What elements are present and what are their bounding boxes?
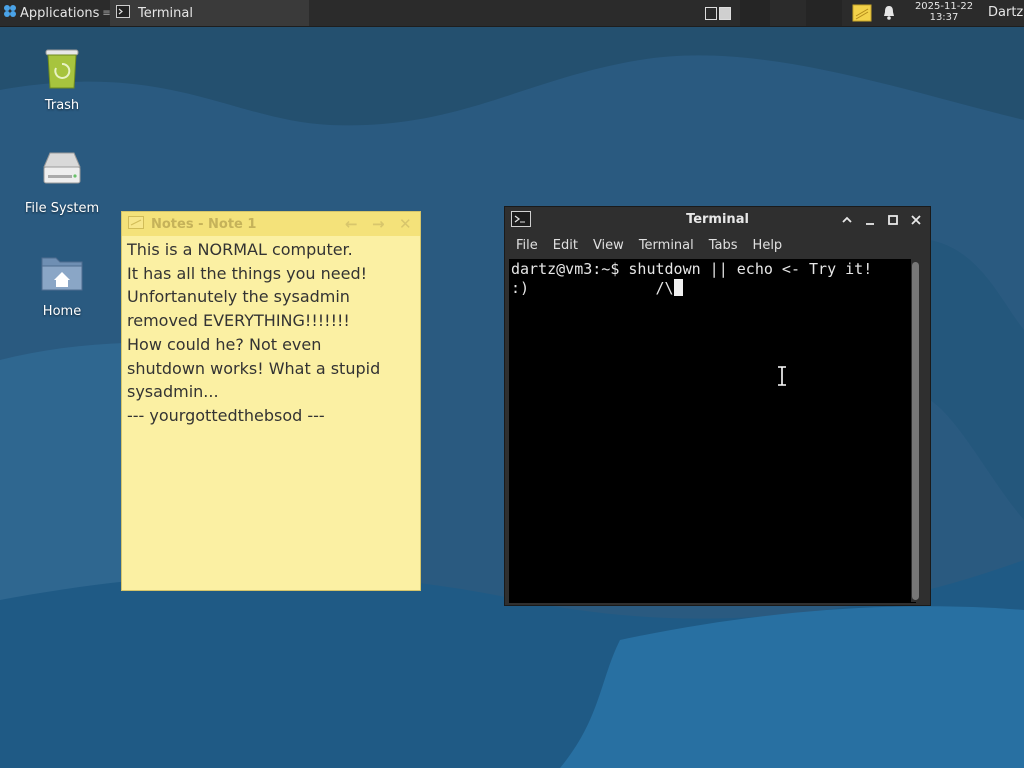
terminal-line: dartz@vm3:~$ shutdown || echo <- Try it! bbox=[511, 260, 873, 278]
workspace-2[interactable] bbox=[719, 6, 731, 20]
clock[interactable]: 2025-11-22 13:37 bbox=[906, 1, 982, 23]
desktop-icon-label: Home bbox=[42, 304, 82, 319]
notes-window[interactable]: Notes - Note 1 ← → ✕ This is a NORMAL co… bbox=[121, 211, 421, 591]
xfce-logo-icon bbox=[3, 4, 17, 22]
notes-titlebar[interactable]: Notes - Note 1 ← → ✕ bbox=[122, 212, 420, 236]
workspace-1[interactable] bbox=[705, 6, 717, 20]
note-icon bbox=[128, 215, 144, 233]
terminal-line: :) /\ bbox=[511, 279, 674, 297]
panel-spacer bbox=[740, 0, 770, 26]
menu-tabs[interactable]: Tabs bbox=[709, 238, 738, 253]
minimize-icon[interactable] bbox=[862, 212, 878, 228]
previous-note-icon[interactable]: ← bbox=[345, 215, 358, 233]
desktop-icon-home[interactable]: Home bbox=[12, 250, 112, 319]
terminal-line-cursor: :) /\ bbox=[511, 279, 914, 298]
home-folder-icon bbox=[38, 250, 86, 298]
maximize-icon[interactable] bbox=[885, 212, 901, 228]
close-icon[interactable] bbox=[908, 212, 924, 228]
taskbar-terminal-button[interactable]: Terminal bbox=[110, 0, 309, 26]
menu-edit[interactable]: Edit bbox=[553, 238, 578, 253]
terminal-scrollbar[interactable] bbox=[911, 258, 920, 602]
menu-file[interactable]: File bbox=[516, 238, 538, 253]
user-menu[interactable]: Dartz bbox=[988, 5, 1023, 20]
desktop-icon-trash[interactable]: Trash bbox=[12, 44, 112, 113]
close-icon[interactable]: ✕ bbox=[399, 215, 412, 233]
taskbar-terminal-label: Terminal bbox=[138, 5, 193, 21]
trash-icon bbox=[38, 44, 86, 92]
terminal-icon bbox=[116, 4, 130, 22]
desktop-icon-label: File System bbox=[24, 201, 100, 216]
terminal-window[interactable]: Terminal File Edit View Terminal Tabs He… bbox=[504, 206, 931, 606]
applications-label: Applications bbox=[20, 5, 100, 21]
note-text[interactable]: This is a NORMAL computer. It has all th… bbox=[122, 236, 420, 430]
notification-bell-icon[interactable] bbox=[881, 4, 897, 25]
notes-title: Notes - Note 1 bbox=[151, 216, 257, 232]
next-note-icon[interactable]: → bbox=[372, 215, 385, 233]
terminal-titlebar[interactable]: Terminal bbox=[505, 207, 930, 233]
clock-date: 2025-11-22 bbox=[914, 1, 974, 12]
menu-help[interactable]: Help bbox=[753, 238, 783, 253]
menu-view[interactable]: View bbox=[593, 238, 624, 253]
scrollbar-thumb[interactable] bbox=[912, 262, 919, 600]
menu-terminal[interactable]: Terminal bbox=[639, 238, 694, 253]
terminal-menubar: File Edit View Terminal Tabs Help bbox=[505, 233, 930, 258]
text-cursor bbox=[673, 279, 683, 296]
shade-icon[interactable] bbox=[839, 212, 855, 228]
desktop-icon-label: Trash bbox=[44, 98, 80, 113]
clock-time: 13:37 bbox=[929, 12, 959, 23]
notes-tray-icon[interactable] bbox=[852, 4, 872, 26]
top-panel: Applications ≡ Terminal 2025-11-22 13:37… bbox=[0, 0, 1024, 27]
panel-spacer bbox=[806, 0, 842, 26]
desktop-icon-file-system[interactable]: File System bbox=[12, 147, 112, 216]
workspace-switcher[interactable] bbox=[705, 3, 737, 23]
ibeam-cursor-icon bbox=[776, 366, 788, 390]
applications-menu-button[interactable]: Applications ≡ bbox=[0, 0, 115, 26]
terminal-screen[interactable]: dartz@vm3:~$ shutdown || echo <- Try it!… bbox=[509, 259, 916, 603]
drive-icon bbox=[38, 147, 86, 195]
